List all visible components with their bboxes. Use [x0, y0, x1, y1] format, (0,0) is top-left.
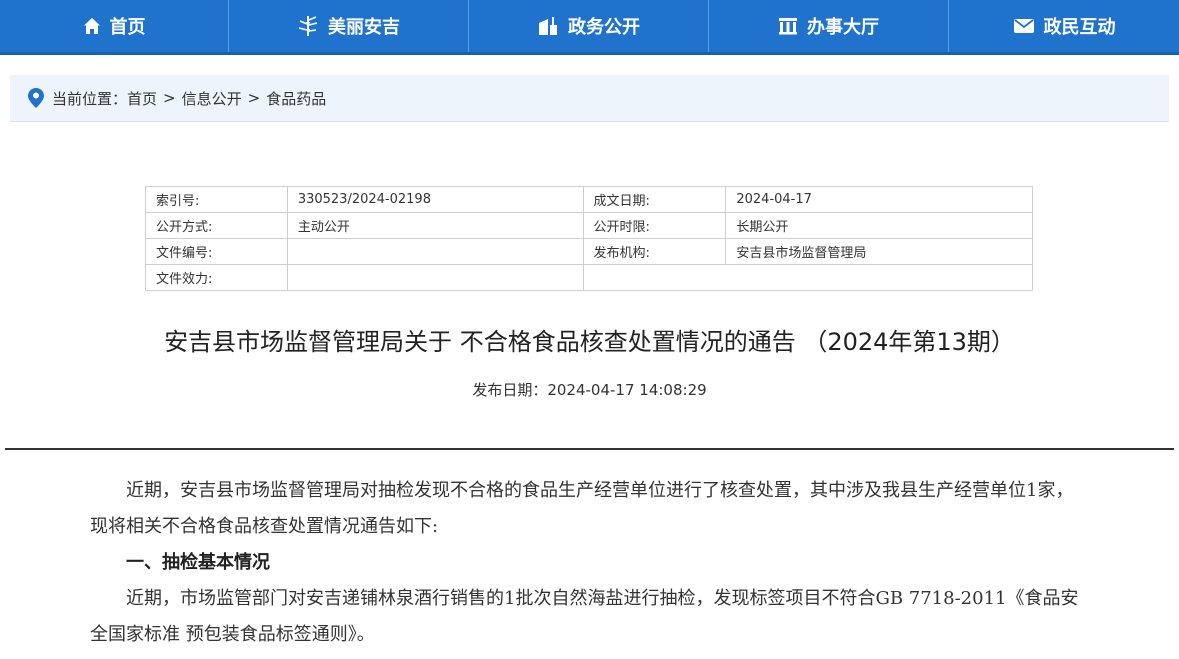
breadcrumb: 当前位置： 首页 > 信息公开 > 食品药品 — [10, 75, 1169, 122]
location-pin-icon — [28, 88, 44, 108]
bamboo-icon — [297, 15, 319, 37]
paragraph: 近期，市场监管部门对安吉递铺林泉酒行销售的1批次自然海盐进行抽检，发现标签项目不… — [90, 588, 1079, 645]
meta-label: 公开时限: — [582, 212, 727, 239]
top-nav: 首页 美丽安吉 政务公开 办事大厅 政民互动 — [0, 0, 1179, 55]
meta-label: 公开方式: — [145, 212, 288, 239]
nav-item-beautiful-anji[interactable]: 美丽安吉 — [229, 0, 469, 52]
nav-item-gov-affairs[interactable]: 政务公开 — [469, 0, 709, 52]
meta-label: 文件效力: — [145, 264, 288, 291]
meta-value: 330523/2024-02198 — [286, 186, 584, 213]
breadcrumb-info-disclosure[interactable]: 信息公开 — [182, 88, 242, 109]
meta-label: 索引号: — [145, 186, 288, 213]
meta-value: 安吉县市场监督管理局 — [725, 238, 1033, 265]
nav-item-label: 首页 — [109, 17, 146, 38]
divider — [5, 448, 1174, 450]
article-title: 安吉县市场监督管理局关于 不合格食品核查处置情况的通告 （2024年第13期） — [164, 328, 1015, 356]
table-row: 文件编号: 发布机构: 安吉县市场监督管理局 — [145, 238, 1033, 265]
table-row: 公开方式: 主动公开 公开时限: 长期公开 — [145, 212, 1033, 239]
publish-date: 发布日期：2024-04-17 14:08:29 — [472, 381, 707, 399]
meta-empty — [582, 264, 1034, 291]
nav-item-label: 政民互动 — [1043, 17, 1116, 38]
document-meta-table: 索引号: 330523/2024-02198 成文日期: 2024-04-17 … — [145, 186, 1034, 291]
breadcrumb-home[interactable]: 首页 — [127, 88, 157, 109]
nav-item-label: 政务公开 — [568, 17, 640, 38]
meta-label: 发布机构: — [582, 238, 727, 265]
nav-item-label: 美丽安吉 — [328, 17, 400, 38]
building-icon — [537, 16, 559, 36]
meta-value: 长期公开 — [725, 212, 1033, 239]
meta-value — [286, 264, 584, 291]
hall-icon — [778, 17, 798, 35]
breadcrumb-prefix: 当前位置： — [52, 89, 128, 108]
breadcrumb-separator: > — [247, 89, 261, 107]
meta-label: 成文日期: — [582, 186, 727, 213]
meta-value: 主动公开 — [286, 212, 584, 239]
table-row: 索引号: 330523/2024-02198 成文日期: 2024-04-17 — [145, 186, 1033, 213]
nav-item-interaction[interactable]: 政民互动 — [949, 0, 1179, 52]
breadcrumb-separator: > — [163, 89, 176, 107]
mail-icon — [1013, 18, 1035, 34]
home-icon — [83, 17, 101, 35]
article-body: 近期，安吉县市场监督管理局对抽检发现不合格的食品生产经营单位进行了核查处置，其中… — [90, 473, 1090, 653]
meta-label: 文件编号: — [145, 238, 288, 265]
nav-item-home[interactable]: 首页 — [0, 0, 229, 52]
table-row: 文件效力: — [145, 264, 1034, 291]
meta-value: 2024-04-17 — [725, 186, 1033, 213]
section-heading: 一、抽检基本情况 — [126, 552, 270, 573]
meta-value — [286, 238, 584, 265]
paragraph: 近期，安吉县市场监督管理局对抽检发现不合格的食品生产经营单位进行了核查处置，其中… — [90, 480, 1074, 537]
breadcrumb-food-drug[interactable]: 食品药品 — [266, 88, 326, 109]
nav-item-service-hall[interactable]: 办事大厅 — [709, 0, 949, 52]
nav-item-label: 办事大厅 — [807, 17, 879, 38]
